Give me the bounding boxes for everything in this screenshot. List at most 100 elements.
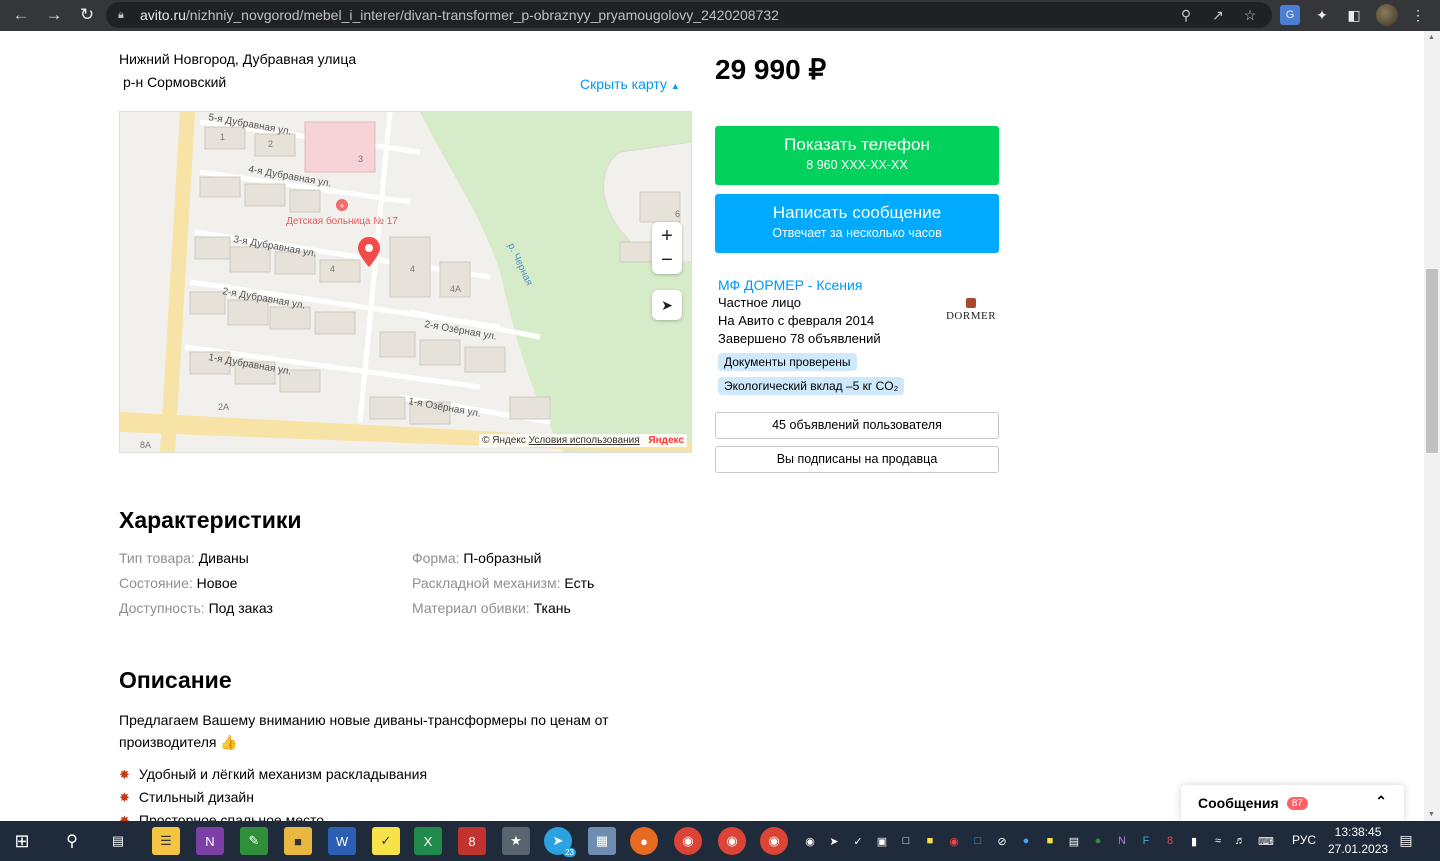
tray-check-icon[interactable]: ✓ [850, 833, 866, 849]
wifi-icon[interactable]: ≈ [1210, 833, 1226, 849]
side-panel-icon[interactable]: ◧ [1344, 5, 1364, 25]
file-explorer-icon[interactable]: ■ [284, 827, 312, 855]
seller-logo[interactable]: DORMER [944, 286, 998, 334]
excel-icon[interactable]: X [414, 827, 442, 855]
house-number: 4 [330, 264, 335, 274]
telegram-icon[interactable]: ➤ 23 [544, 827, 576, 857]
tray-chrome-icon[interactable]: ◉ [802, 833, 818, 849]
page-content: Нижний Новгород, Дубравная улица р-н Сор… [0, 31, 1424, 821]
tray-note-icon[interactable]: ■ [922, 833, 938, 849]
windows-start-icon[interactable]: ⊞ [8, 827, 36, 855]
show-phone-title: Показать телефон [784, 135, 930, 154]
task-view-icon[interactable]: ▤ [104, 827, 132, 855]
user-listings-button[interactable]: 45 объявлений пользователя [715, 412, 999, 439]
scrollbar-thumb[interactable] [1426, 269, 1438, 453]
char-value: Диваны [198, 550, 249, 566]
char-item: Тип товара: Диваны [119, 550, 249, 566]
show-phone-button[interactable]: Показать телефон 8 960 XXX-XX-XX [715, 126, 999, 185]
battery-icon[interactable]: ▮ [1186, 833, 1202, 849]
tray-monitor-icon[interactable]: ▣ [874, 833, 890, 849]
messages-count-badge: 87 [1286, 796, 1308, 810]
scrollbar[interactable]: ▲ ▼ [1424, 31, 1440, 821]
menu-kebab-icon[interactable]: ⋮ [1408, 5, 1428, 25]
house-number: 1 [220, 132, 225, 142]
tray-file-icon[interactable]: □ [898, 833, 914, 849]
map-copyright: © Яндекс Условия использования Яндекс [479, 434, 687, 447]
scroll-up-icon[interactable]: ▲ [1428, 34, 1435, 41]
zoom-icon[interactable]: ⚲ [1176, 5, 1196, 25]
back-icon[interactable]: ← [10, 4, 32, 26]
address-text: Нижний Новгород, Дубравная улица [119, 51, 357, 67]
chrome-icon[interactable]: ◉ [760, 827, 788, 855]
tray-app-icon[interactable]: ● [1018, 833, 1034, 849]
chrome-icon[interactable]: ◉ [718, 827, 746, 855]
yandex-logo: Яндекс [648, 435, 684, 446]
app-8-icon[interactable]: 8 [458, 827, 486, 855]
tray-app-icon[interactable]: ● [1090, 833, 1106, 849]
clock[interactable]: 13:38:45 27.01.2023 [1328, 824, 1388, 858]
scroll-down-icon[interactable]: ▼ [1428, 811, 1435, 818]
map-canvas: + Детская больница № 17 5-я Дубравная ул… [120, 112, 691, 452]
char-item: Раскладной механизм: Есть [412, 575, 594, 591]
eco-badge: Экологический вклад –5 кг CO₂ [718, 377, 905, 395]
map[interactable]: + Детская больница № 17 5-я Дубравная ул… [119, 111, 692, 453]
house-number: 4 [410, 264, 415, 274]
chevron-up-icon[interactable]: ⌃ [1375, 793, 1387, 810]
hide-map-link[interactable]: Скрыть карту ▲ [580, 76, 680, 92]
tray-snip-icon[interactable]: □ [970, 833, 986, 849]
char-key: Материал обивки: [412, 600, 530, 616]
house-number: 6 [675, 209, 680, 219]
bookmark-star-icon[interactable]: ☆ [1240, 5, 1260, 25]
docs-verified-badge: Документы проверены [718, 353, 857, 371]
subscribed-button[interactable]: Вы подписаны на продавца [715, 446, 999, 473]
chrome-icon[interactable]: ◉ [674, 827, 702, 855]
char-key: Раскладной механизм: [412, 575, 561, 591]
tray-onenote-icon[interactable]: N [1114, 833, 1130, 849]
app-icon[interactable]: ★ [502, 827, 530, 855]
seller-since: На Авито с февраля 2014 [718, 313, 875, 328]
language-indicator[interactable]: РУС [1292, 833, 1316, 847]
dormer-logo-icon [966, 298, 976, 308]
calculator-icon[interactable]: ▦ [588, 827, 616, 855]
char-value: Есть [564, 575, 595, 591]
tray-block-icon[interactable]: ⊘ [994, 833, 1010, 849]
tray-app-icon[interactable]: ◉ [946, 833, 962, 849]
char-item: Доступность: Под заказ [119, 600, 273, 616]
zoom-out-button[interactable]: − [661, 248, 673, 272]
onenote-icon[interactable]: N [196, 827, 224, 855]
notifications-icon[interactable]: ▤ [1398, 832, 1414, 848]
search-icon[interactable]: ⚲ [58, 827, 86, 855]
geolocation-icon[interactable]: ➤ [652, 290, 682, 320]
tray-telegram-icon[interactable]: ➤ [826, 833, 842, 849]
extensions-puzzle-icon[interactable]: ✦ [1312, 5, 1332, 25]
description-line: производителя 👍 [119, 734, 238, 750]
response-time: Отвечает за несколько часов [772, 226, 942, 240]
reload-icon[interactable]: ↻ [76, 4, 98, 26]
tray-sticky-icon[interactable]: ■ [1042, 833, 1058, 849]
seller-name-link[interactable]: МФ ДОРМЕР - Ксения [718, 276, 881, 294]
terms-link[interactable]: Условия использования [529, 435, 640, 446]
word-icon[interactable]: W [328, 827, 356, 855]
address-bar[interactable]: 🔒︎ avito.ru/nizhniy_novgorod/mebel_i_int… [106, 2, 1272, 28]
translate-extension-icon[interactable]: G [1280, 5, 1300, 25]
tray-8-icon[interactable]: 8 [1162, 833, 1178, 849]
side-road [160, 112, 195, 452]
write-message-button[interactable]: Написать сообщение Отвечает за несколько… [715, 194, 999, 253]
characteristics-title: Характеристики [119, 507, 302, 533]
messages-widget[interactable]: Сообщения 87 ⌃ [1181, 785, 1404, 821]
tray-fx-icon[interactable]: F [1138, 833, 1154, 849]
firefox-icon[interactable]: ● [630, 827, 658, 855]
tray-window-icon[interactable]: ▤ [1066, 833, 1082, 849]
profile-avatar[interactable] [1376, 4, 1398, 26]
zoom-in-button[interactable]: + [661, 224, 673, 248]
share-icon[interactable]: ↗ [1208, 5, 1228, 25]
volume-icon[interactable]: ♬ [1232, 833, 1248, 849]
house-number: 8А [140, 440, 151, 450]
keyboard-icon[interactable]: ⌨ [1258, 833, 1274, 849]
sticky-notes-icon[interactable]: ✓ [372, 827, 400, 855]
house-number: 3 [358, 154, 363, 164]
forward-icon[interactable]: → [43, 4, 65, 26]
notes-app-icon[interactable]: ☰ [152, 827, 180, 855]
bullet-item: ✸ Просторное спальное место [119, 809, 427, 821]
notepad-icon[interactable]: ✎ [240, 827, 268, 855]
